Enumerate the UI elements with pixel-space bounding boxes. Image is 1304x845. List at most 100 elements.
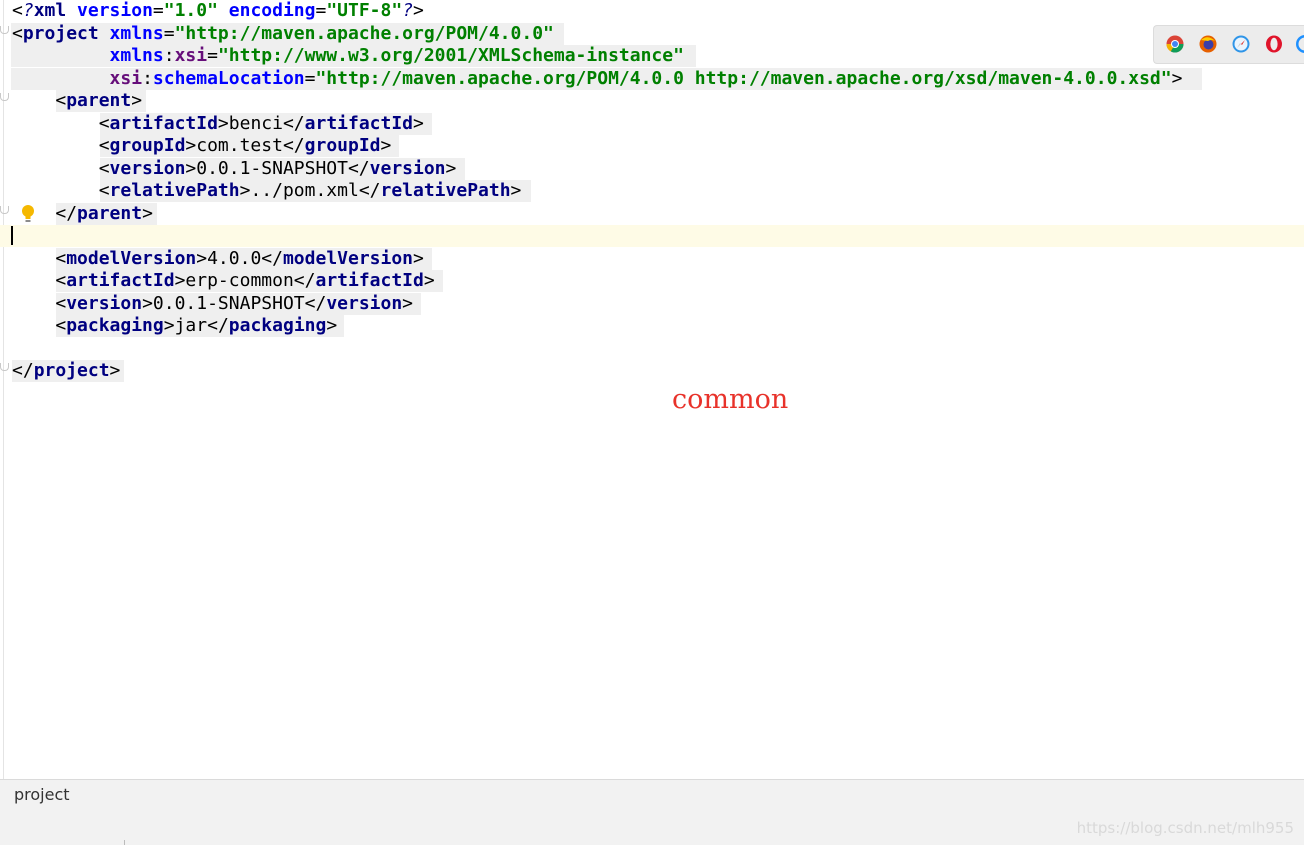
code-line[interactable]: <modelVersion>4.0.0</modelVersion> bbox=[0, 247, 1304, 270]
status-separator bbox=[124, 840, 125, 845]
token-val: "http://www.w3.org/2001/XMLSchema-instan… bbox=[217, 45, 684, 66]
code-line[interactable]: <relativePath>../pom.xml</relativePath> bbox=[0, 180, 1304, 202]
fold-marker-icon[interactable] bbox=[0, 25, 9, 34]
token-val: "http://maven.apache.org/POM/4.0.0 http:… bbox=[315, 67, 1172, 89]
token-br: > bbox=[142, 202, 153, 224]
breadcrumb[interactable]: project bbox=[14, 785, 70, 804]
code-line[interactable]: <parent> bbox=[0, 90, 1304, 112]
ie-icon[interactable] bbox=[1296, 35, 1304, 53]
code-line[interactable]: <artifactId>erp-common</artifactId> bbox=[0, 270, 1304, 292]
code-line-text: xsi:schemaLocation="http://maven.apache.… bbox=[12, 67, 1183, 90]
token-txt: jar bbox=[174, 315, 208, 336]
code-line[interactable]: xsi:schemaLocation="http://maven.apache.… bbox=[0, 67, 1304, 90]
status-bar: https://blog.csdn.net/mlh955 bbox=[0, 810, 1304, 845]
code-editor[interactable]: <?xml version="1.0" encoding="UTF-8"?> <p… bbox=[0, 0, 1304, 779]
token-attr: version bbox=[77, 0, 153, 21]
token-br: > bbox=[109, 360, 121, 381]
token-ns: xsi bbox=[109, 67, 143, 89]
chrome-icon[interactable] bbox=[1166, 35, 1184, 53]
token-br: > bbox=[413, 0, 424, 21]
code-line-text: <?xml version="1.0" encoding="UTF-8"?> bbox=[12, 0, 424, 22]
code-line[interactable]: <?xml version="1.0" encoding="UTF-8"?> bbox=[0, 0, 1304, 22]
token-tag: relativePath bbox=[109, 180, 240, 201]
token-ns: xsi bbox=[174, 45, 208, 66]
safari-icon[interactable] bbox=[1232, 35, 1250, 53]
token-br: = bbox=[152, 0, 164, 21]
text-caret bbox=[11, 226, 13, 245]
token-br: : bbox=[142, 67, 153, 89]
code-line-text: <version>0.0.1-SNAPSHOT</version> bbox=[12, 157, 457, 180]
token-tag: version bbox=[109, 157, 186, 179]
token-tag: groupId bbox=[109, 135, 186, 156]
token-br: > bbox=[402, 292, 414, 314]
token-val: "UTF-8" bbox=[326, 0, 403, 21]
fold-marker-icon[interactable] bbox=[0, 363, 9, 371]
code-line[interactable]: </parent> bbox=[0, 202, 1304, 225]
code-line[interactable]: <groupId>com.test</groupId> bbox=[0, 135, 1304, 157]
token-txt: erp-common bbox=[185, 270, 294, 291]
opera-icon[interactable] bbox=[1265, 35, 1283, 53]
token-br: < bbox=[12, 0, 23, 21]
token-br: > bbox=[174, 270, 186, 291]
firefox-icon[interactable] bbox=[1199, 35, 1217, 53]
token-tag: modelVersion bbox=[282, 247, 414, 269]
token-br: </ bbox=[207, 315, 229, 336]
token-br: > bbox=[163, 315, 175, 336]
token-attr: schemaLocation bbox=[152, 67, 305, 89]
token-br: > bbox=[185, 157, 197, 179]
code-line[interactable]: </project> bbox=[0, 360, 1304, 382]
token-br: < bbox=[98, 180, 110, 201]
code-line-text: <modelVersion>4.0.0</modelVersion> bbox=[12, 248, 424, 270]
annotation-label: common bbox=[672, 384, 789, 415]
token-br: </ bbox=[282, 135, 305, 156]
code-line[interactable]: <packaging>jar</packaging> bbox=[0, 315, 1304, 337]
token-tag: groupId bbox=[304, 135, 381, 156]
token-br: </ bbox=[55, 202, 78, 224]
code-line-text: <parent> bbox=[12, 90, 142, 112]
code-line[interactable]: <project xmlns="http://maven.apache.org/… bbox=[0, 22, 1304, 45]
code-line[interactable]: <version>0.0.1-SNAPSHOT</version> bbox=[0, 157, 1304, 180]
token-br: > bbox=[217, 112, 229, 134]
watermark: https://blog.csdn.net/mlh955 bbox=[1076, 819, 1294, 837]
token-tag: version bbox=[66, 292, 143, 314]
lightbulb-icon[interactable] bbox=[21, 204, 35, 224]
browser-preview-bar bbox=[1153, 25, 1304, 64]
token-tag: version bbox=[326, 292, 403, 314]
fold-marker-icon[interactable] bbox=[0, 93, 9, 101]
token-br: < bbox=[55, 315, 67, 336]
token-br: : bbox=[163, 45, 175, 66]
code-line[interactable]: xmlns:xsi="http://www.w3.org/2001/XMLSch… bbox=[0, 45, 1304, 67]
code-line[interactable]: <artifactId>benci</artifactId> bbox=[0, 112, 1304, 135]
token-attr: encoding bbox=[228, 0, 316, 21]
token-br: < bbox=[98, 157, 110, 179]
code-line[interactable]: <version>0.0.1-SNAPSHOT</version> bbox=[0, 292, 1304, 315]
token-br: > bbox=[510, 180, 522, 201]
token-br: < bbox=[98, 112, 110, 134]
code-line[interactable] bbox=[0, 225, 1304, 247]
token-br: > bbox=[413, 112, 424, 134]
token-br: > bbox=[380, 135, 392, 156]
token-attr: xmlns bbox=[109, 22, 164, 44]
token-tag: parent bbox=[77, 202, 143, 224]
token-tag: artifactId bbox=[315, 270, 424, 291]
token-tag: project bbox=[22, 22, 99, 44]
token-br: = bbox=[207, 45, 218, 66]
code-line-text: xmlns:xsi="http://www.w3.org/2001/XMLSch… bbox=[12, 45, 684, 67]
token-br: < bbox=[55, 247, 67, 269]
token-br: = bbox=[315, 0, 327, 21]
code-line[interactable] bbox=[0, 338, 1304, 360]
token-tag: artifactId bbox=[304, 112, 414, 134]
token-br: > bbox=[131, 90, 143, 111]
fold-marker-icon[interactable] bbox=[0, 205, 9, 214]
token-tag: parent bbox=[66, 90, 132, 111]
token-br: </ bbox=[304, 292, 327, 314]
token-tag: project bbox=[33, 360, 110, 381]
token-tag: packaging bbox=[228, 315, 327, 336]
